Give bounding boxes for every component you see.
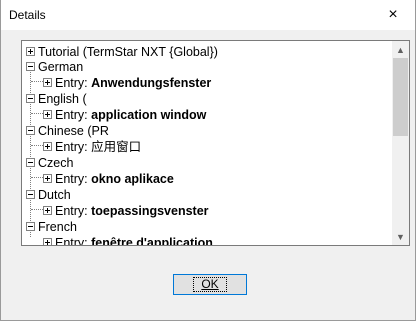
close-icon: ×: [388, 6, 398, 23]
expand-plus-icon[interactable]: [43, 110, 52, 120]
ok-button[interactable]: OK: [173, 274, 247, 295]
tree-node-czech[interactable]: Czech: [26, 155, 73, 171]
collapse-minus-icon[interactable]: [26, 62, 35, 72]
tree-node-chinese[interactable]: Chinese (PR: [26, 123, 109, 139]
title-bar: Details ×: [1, 0, 415, 30]
expand-plus-icon[interactable]: [26, 47, 35, 57]
tree-connector: [31, 177, 43, 178]
tree-node-french[interactable]: French: [26, 219, 77, 235]
tree-entry-french[interactable]: Entry: fenêtre d'application: [43, 235, 213, 245]
collapse-minus-icon[interactable]: [26, 94, 35, 104]
tree-connector: [31, 145, 43, 146]
scroll-up-button[interactable]: ▲: [392, 41, 409, 58]
details-tree[interactable]: Tutorial (TermStar NXT {Global}) German …: [21, 40, 410, 246]
tree-entry-english[interactable]: Entry: application window: [43, 107, 206, 123]
tree-entry-chinese[interactable]: Entry: 应用窗口: [43, 139, 141, 155]
collapse-minus-icon[interactable]: [26, 126, 35, 136]
tree-node-german[interactable]: German: [26, 59, 83, 75]
tree-entry-czech[interactable]: Entry: okno aplikace: [43, 171, 174, 187]
tree-entry-german[interactable]: Entry: Anwendungsfenster: [43, 75, 211, 91]
chevron-up-icon: ▲: [396, 44, 405, 55]
tree-node-dutch[interactable]: Dutch: [26, 187, 71, 203]
expand-plus-icon[interactable]: [43, 142, 52, 152]
chevron-down-icon: ▼: [396, 231, 405, 242]
expand-plus-icon[interactable]: [43, 238, 52, 245]
tree-connector: [30, 63, 31, 237]
tree-node-english[interactable]: English (: [26, 91, 87, 107]
dialog-title: Details: [9, 8, 46, 22]
tree-connector: [31, 209, 43, 210]
expand-plus-icon[interactable]: [43, 174, 52, 184]
collapse-minus-icon[interactable]: [26, 190, 35, 200]
tree-connector: [31, 81, 43, 82]
expand-plus-icon[interactable]: [43, 78, 52, 88]
ok-button-label: OK: [193, 277, 227, 292]
collapse-minus-icon[interactable]: [26, 222, 35, 232]
tree-entry-dutch[interactable]: Entry: toepassingsvenster: [43, 203, 209, 219]
expand-plus-icon[interactable]: [43, 206, 52, 216]
details-dialog: Details × Tutorial (TermStar NXT {Global…: [0, 0, 416, 321]
tree-node-tutorial[interactable]: Tutorial (TermStar NXT {Global}): [26, 44, 218, 60]
close-button[interactable]: ×: [371, 0, 415, 30]
scroll-down-button[interactable]: ▼: [392, 228, 409, 245]
scrollbar-thumb[interactable]: [393, 58, 408, 136]
vertical-scrollbar[interactable]: ▲ ▼: [392, 41, 409, 245]
tree-connector: [31, 113, 43, 114]
collapse-minus-icon[interactable]: [26, 158, 35, 168]
